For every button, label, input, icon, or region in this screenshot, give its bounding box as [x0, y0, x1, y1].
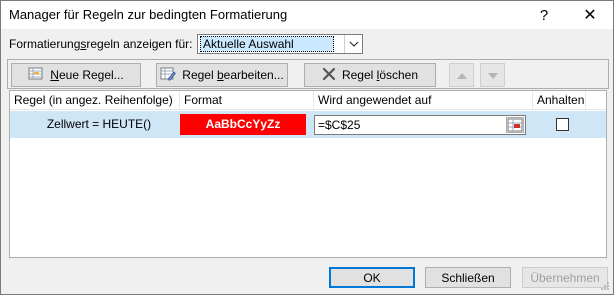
arrow-down-icon	[487, 68, 498, 82]
close-icon: ✕	[583, 7, 597, 24]
format-preview-cell: AaBbCcYyZz	[180, 114, 306, 135]
format-preview: AaBbCcYyZz	[180, 114, 306, 135]
conditional-formatting-dialog: Manager für Regeln zur bedingten Formati…	[0, 0, 614, 295]
delete-x-icon	[322, 67, 336, 84]
column-header-stop-if-true[interactable]: Anhalten	[533, 91, 586, 110]
move-down-button[interactable]	[480, 63, 505, 87]
resize-grip-icon[interactable]	[600, 281, 610, 291]
rule-description: Zellwert = HEUTE()	[46, 117, 152, 131]
new-rule-icon	[28, 67, 44, 84]
edit-rule-label: Regel bearbeiten...	[182, 68, 284, 82]
new-rule-button[interactable]: Neue Regel...	[11, 63, 141, 87]
column-header-rule[interactable]: Regel (in angez. Reihenfolge)	[10, 91, 180, 110]
applies-to-input[interactable]: =$C$25	[314, 115, 526, 135]
rule-row[interactable]: Zellwert = HEUTE() AaBbCcYyZz =$C$25	[10, 111, 606, 138]
title-bar: Manager für Regeln zur bedingten Formati…	[1, 1, 613, 29]
dialog-title: Manager für Regeln zur bedingten Formati…	[9, 7, 288, 22]
chevron-down-icon[interactable]	[344, 35, 362, 53]
apply-button[interactable]: Übernehmen	[522, 267, 608, 288]
range-select-icon	[507, 118, 523, 132]
delete-rule-label: Regel löschen	[341, 68, 419, 82]
new-rule-label: Neue Regel...	[50, 68, 124, 82]
applies-to-value: =$C$25	[318, 118, 361, 132]
rules-table-header: Regel (in angez. Reihenfolge) Format Wir…	[10, 91, 606, 110]
show-rules-for-label: Formatierungsregeln anzeigen für:	[9, 37, 193, 51]
rules-table: Regel (in angez. Reihenfolge) Format Wir…	[9, 90, 607, 258]
column-header-applies-to[interactable]: Wird angewendet auf	[314, 91, 533, 110]
rules-toolbar: Neue Regel... Regel bearbeiten... Regel …	[7, 59, 609, 89]
column-header-format[interactable]: Format	[180, 91, 314, 110]
stop-if-true-checkbox[interactable]	[556, 118, 569, 131]
help-icon: ?	[539, 6, 549, 24]
delete-rule-button[interactable]: Regel löschen	[304, 63, 436, 87]
move-up-button[interactable]	[449, 63, 474, 87]
help-button[interactable]: ?	[521, 1, 567, 29]
range-picker-button[interactable]	[506, 117, 524, 133]
close-button[interactable]: Schließen	[425, 267, 511, 288]
edit-rule-button[interactable]: Regel bearbeiten...	[156, 63, 288, 87]
ok-button[interactable]: OK	[329, 267, 415, 288]
show-rules-for-value: Aktuelle Auswahl	[200, 36, 334, 52]
close-window-button[interactable]: ✕	[567, 1, 613, 29]
show-rules-for-select[interactable]: Aktuelle Auswahl	[197, 34, 363, 54]
arrow-up-icon	[456, 68, 467, 82]
edit-rule-icon	[160, 67, 177, 84]
